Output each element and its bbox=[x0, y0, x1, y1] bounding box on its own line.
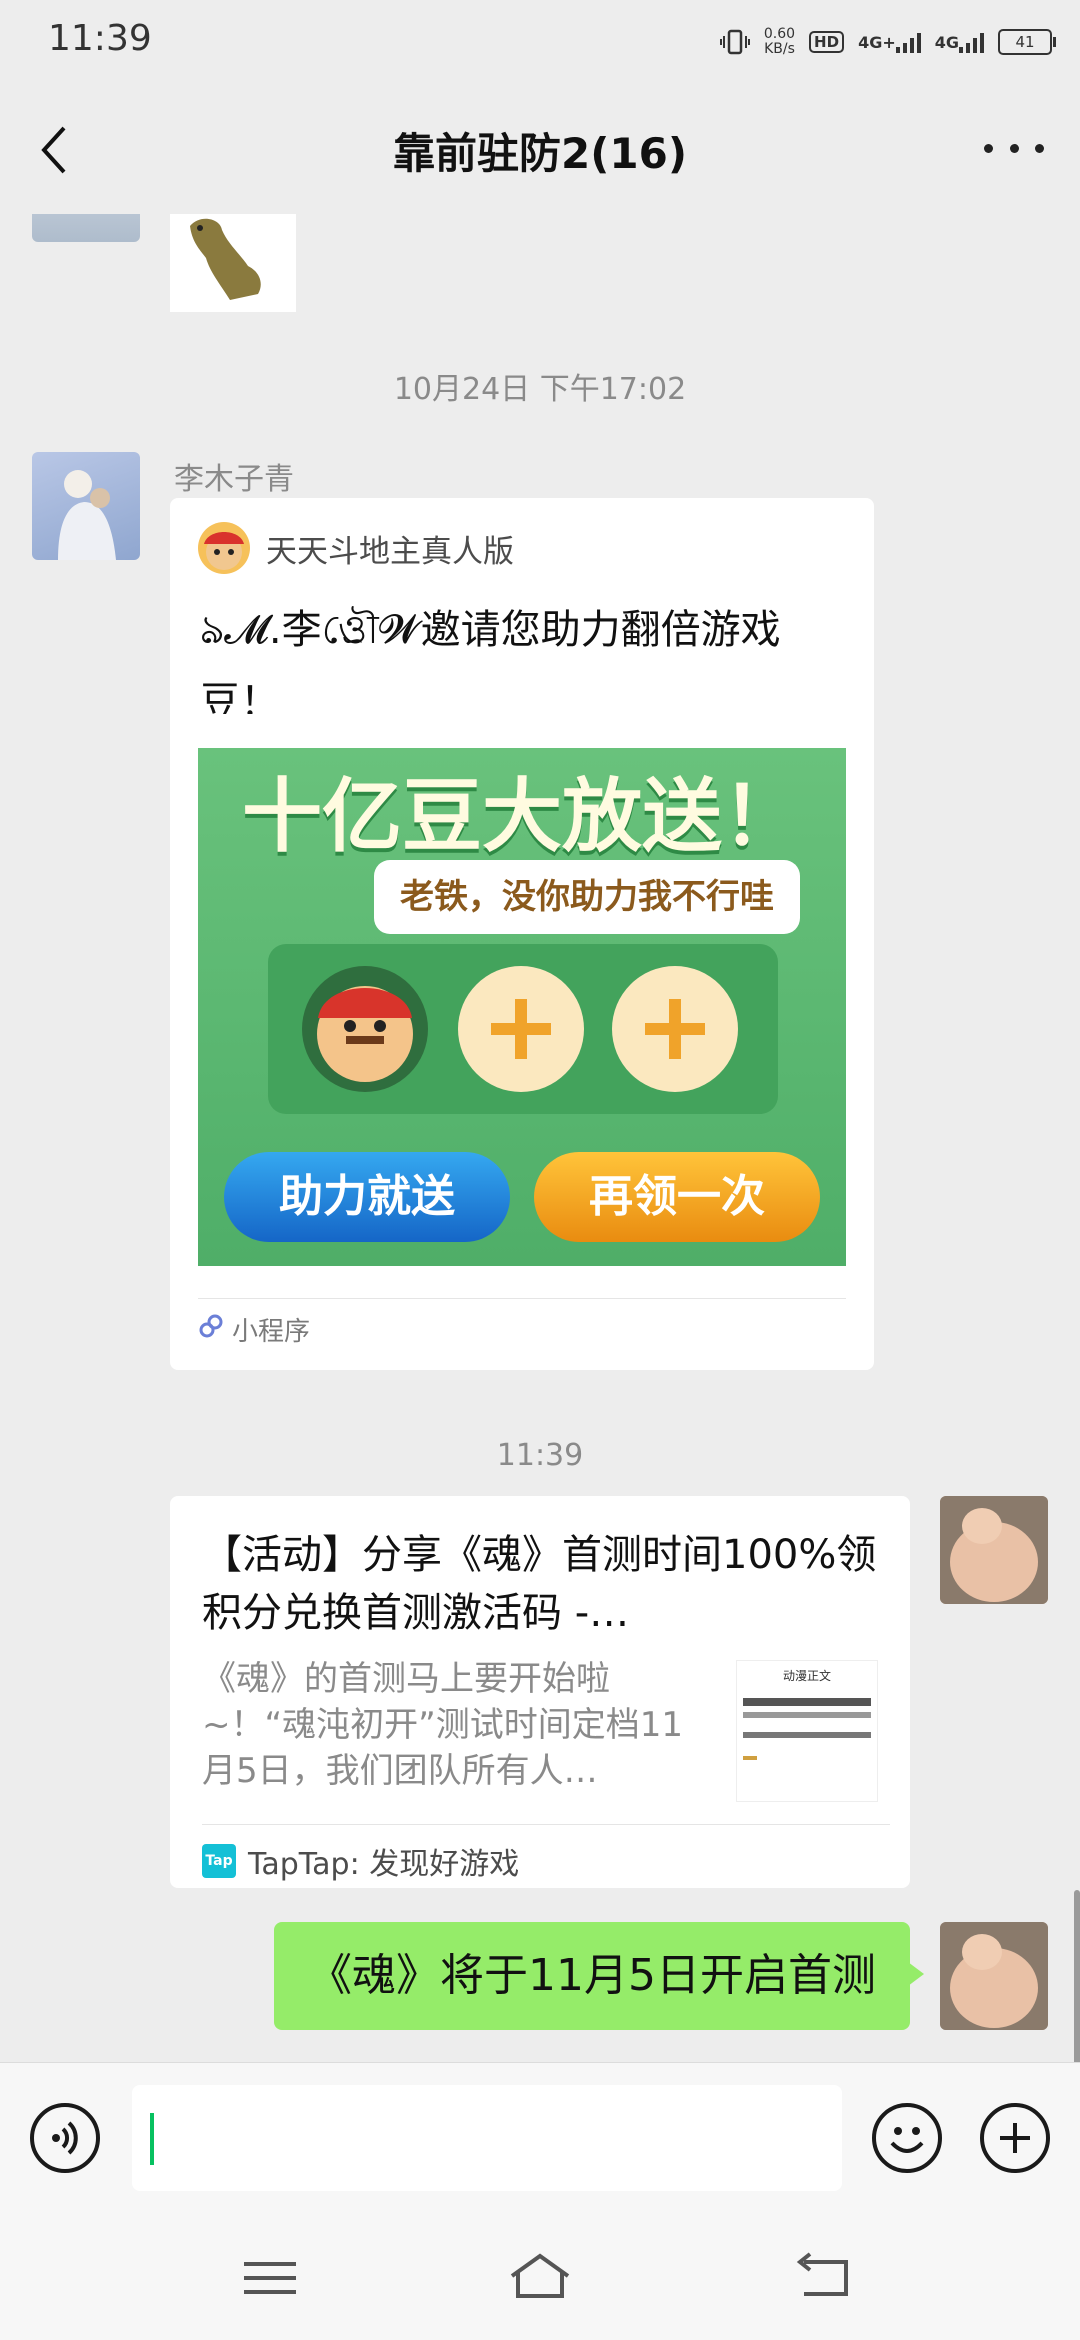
banner-title: 十亿豆大放送！ bbox=[242, 770, 802, 863]
banner-button-help: 助力就送 bbox=[224, 1152, 510, 1242]
chat-messages[interactable]: 10月24日 下午17:02 李木子青 天天斗地主真人版 ঌ𝓜.李ও্রৌ𝓦邀请… bbox=[0, 214, 1080, 2062]
status-bar: 11:39 0.60 KB/s HD 4G+ 4G 41 bbox=[0, 0, 1080, 80]
banner-speech-bubble: 老铁，没你助力我不行哇 bbox=[374, 860, 800, 934]
avatar[interactable] bbox=[940, 1922, 1048, 2030]
avatar[interactable] bbox=[32, 452, 140, 560]
net-speed: 0.60 KB/s bbox=[763, 26, 796, 57]
taptap-icon: Tap bbox=[202, 1844, 236, 1878]
app-logo-icon bbox=[198, 522, 250, 574]
signal-icon-sim2: 4G bbox=[935, 31, 984, 53]
avatar[interactable] bbox=[32, 214, 140, 242]
scrollbar[interactable] bbox=[1074, 1890, 1080, 2062]
link-source-label: TapTap: 发现好游戏 bbox=[248, 1847, 520, 1882]
link-description: 《魂》的首测马上要开始啦~！“魂沌初开”测试时间定档11月5日，我们团队所有人… bbox=[202, 1659, 683, 1791]
mini-program-description: ঌ𝓜.李ও্রৌ𝓦邀请您助力翻倍游戏豆！ bbox=[200, 607, 781, 714]
hd-badge: HD bbox=[809, 31, 845, 53]
mini-program-banner: 十亿豆大放送！ 老铁，没你助力我不行哇 助力就送 再领一次 bbox=[198, 748, 846, 1266]
status-time: 11:39 bbox=[48, 18, 152, 59]
mini-program-app-name: 天天斗地主真人版 bbox=[266, 533, 514, 570]
back-icon[interactable] bbox=[780, 2242, 860, 2312]
plus-slot-icon bbox=[458, 966, 584, 1092]
home-icon[interactable] bbox=[500, 2242, 580, 2312]
text-caret bbox=[150, 2113, 154, 2165]
system-nav-bar bbox=[0, 2212, 1080, 2340]
voice-icon[interactable] bbox=[30, 2103, 100, 2173]
mini-program-label: 小程序 bbox=[232, 1317, 311, 1347]
timestamp: 10月24日 下午17:02 bbox=[393, 372, 687, 407]
plus-slot-icon bbox=[612, 966, 738, 1092]
plus-icon[interactable] bbox=[980, 2103, 1050, 2173]
mini-program-footer: 小程序 bbox=[198, 1298, 846, 1348]
chat-header: 靠前驻防2(16) bbox=[0, 80, 1080, 214]
message-input[interactable] bbox=[132, 2085, 842, 2191]
signal-icon-sim1: 4G+ bbox=[858, 31, 921, 53]
link-card[interactable]: 【活动】分享《魂》首测时间100%领积分兑换首测激活码 -… 《魂》的首测马上要… bbox=[170, 1496, 910, 1888]
sender-name: 李木子青 bbox=[174, 462, 294, 497]
timestamp: 11:39 bbox=[496, 1438, 584, 1473]
banner-button-again: 再领一次 bbox=[534, 1152, 820, 1242]
menu-icon[interactable] bbox=[230, 2242, 310, 2312]
battery-icon: 41 bbox=[998, 29, 1056, 55]
mini-program-icon bbox=[198, 1313, 224, 1346]
link-thumbnail: 动漫正文 bbox=[736, 1660, 878, 1802]
mini-program-card[interactable]: 天天斗地主真人版 ঌ𝓜.李ও্রৌ𝓦邀请您助力翻倍游戏豆！ 十亿豆大放送！ 老铁… bbox=[170, 498, 874, 1370]
link-title: 【活动】分享《魂》首测时间100%领积分兑换首测激活码 -… bbox=[202, 1532, 877, 1636]
sticker-image[interactable] bbox=[170, 214, 296, 312]
sent-text-bubble[interactable]: 《魂》将于11月5日开启首测 bbox=[274, 1922, 924, 2030]
chat-title: 靠前驻防2(16) bbox=[392, 129, 688, 178]
mini-program-header: 天天斗地主真人版 bbox=[198, 522, 514, 574]
status-icons: 0.60 KB/s HD 4G+ 4G 41 bbox=[719, 22, 1056, 62]
more-dots-icon[interactable] bbox=[984, 128, 1044, 168]
vibrate-icon bbox=[719, 29, 750, 55]
link-source: Tap TapTap: 发现好游戏 bbox=[202, 1824, 890, 1883]
input-bar bbox=[0, 2062, 1080, 2213]
avatar[interactable] bbox=[940, 1496, 1048, 1604]
emoji-icon[interactable] bbox=[872, 2103, 942, 2173]
character-icon bbox=[302, 966, 428, 1092]
